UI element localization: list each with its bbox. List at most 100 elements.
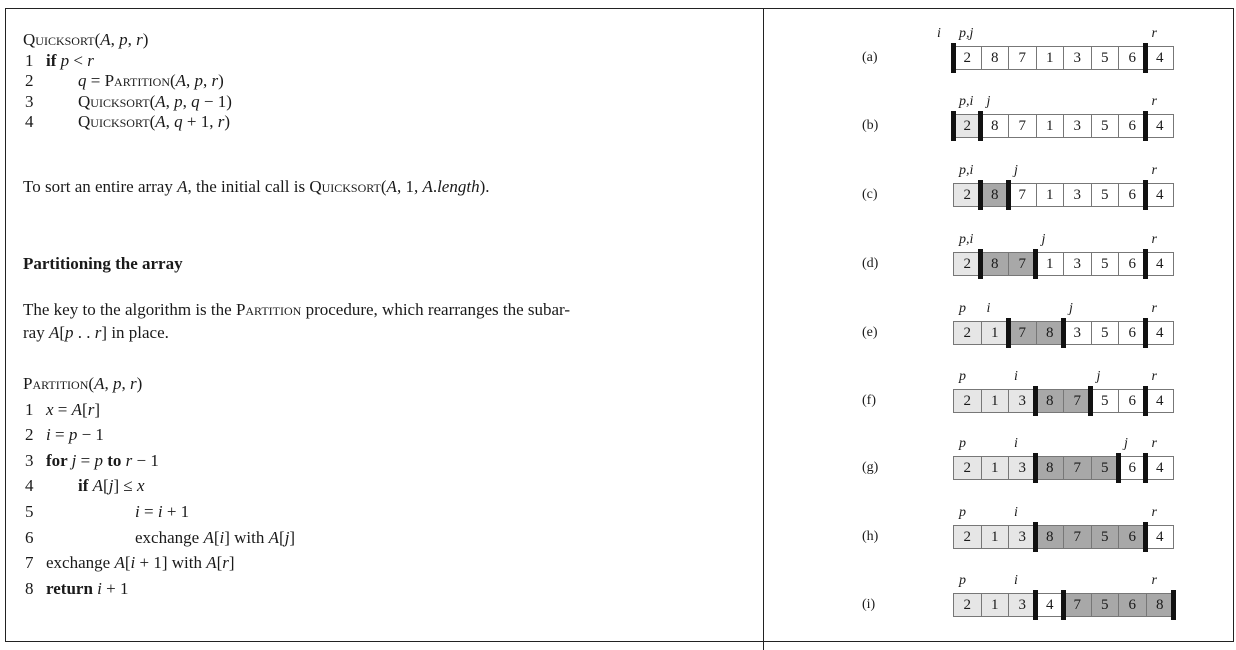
index-pointer-label: j [1041, 232, 1046, 247]
array-cell: 4 [1145, 321, 1174, 345]
array-cell: 3 [1063, 46, 1092, 70]
array-cell: 3 [1063, 252, 1092, 276]
text-segment: − 1 [77, 425, 104, 445]
index-pointer-label: r [1151, 301, 1157, 316]
text-segment: exchange [135, 527, 204, 547]
partition-boundary-bar [1033, 453, 1038, 483]
array-cell: 8 [1035, 456, 1064, 480]
partition-boundary-bar [1033, 590, 1038, 620]
text-segment: ] in place. [101, 323, 169, 342]
text-segment: A [268, 527, 280, 547]
text-segment: procedure, which rearranges the subar- [301, 300, 571, 319]
text-segment: p [119, 30, 128, 49]
array-cell: 2 [953, 321, 982, 345]
text-segment: if [78, 476, 93, 496]
text-segment: The key to the algorithm is the [23, 300, 236, 319]
text-segment: Quicksort [309, 177, 381, 196]
partition-line: exchange A[i] with A[j] [135, 528, 295, 548]
text-segment: + 1] with [135, 553, 207, 573]
array-cell: 4 [1145, 252, 1174, 276]
partition-line: if A[j] ≤ x [78, 476, 144, 496]
partition-boundary-bar [1088, 386, 1093, 416]
array-cell: 5 [1090, 321, 1119, 345]
text-segment: = [76, 450, 95, 470]
partition-boundary-bar [1033, 522, 1038, 552]
index-pointer-label: r [1151, 436, 1157, 451]
text-segment: p [94, 450, 103, 470]
text-segment: < [69, 50, 88, 70]
partition-boundary-bar [1005, 180, 1011, 210]
line-number: 2 [25, 425, 34, 445]
index-pointer-label: p,i [959, 232, 974, 247]
array-cell: 1 [1035, 252, 1064, 276]
text-segment: + 1 [162, 502, 190, 521]
text-segment: Partition [104, 71, 170, 90]
column-divider [763, 8, 764, 650]
text-segment: ) [218, 71, 224, 90]
text-segment: x [46, 399, 54, 419]
quicksort-line: q = Partition(A, p, r) [78, 71, 224, 91]
array-cell: 7 [1008, 321, 1037, 345]
text-segment: A [71, 399, 83, 419]
row-label: (e) [862, 325, 878, 340]
text-segment: A [94, 374, 105, 393]
text-segment: − 1 [132, 450, 159, 470]
line-number: 3 [25, 450, 34, 470]
line-number: 3 [25, 91, 34, 111]
text-segment: exchange [46, 553, 115, 573]
text-segment: Quicksort [23, 30, 95, 49]
array-cell: 5 [1090, 114, 1119, 138]
array-cell: 4 [1145, 114, 1174, 138]
text-segment: return [46, 578, 98, 598]
text-segment: q [191, 91, 200, 111]
line-number: 4 [25, 476, 34, 496]
text-segment: A [175, 71, 187, 90]
partition-boundary-bar [1060, 318, 1066, 348]
text-segment: = [86, 71, 105, 90]
quicksort-title: Quicksort(A, p, r) [23, 30, 148, 50]
array-cell: 5 [1090, 46, 1119, 70]
text-segment: , [182, 91, 192, 111]
partition-boundary-bar [950, 111, 956, 141]
index-pointer-label: j [986, 94, 991, 109]
index-pointer-label: r [1151, 94, 1157, 109]
index-pointer-label: r [1151, 163, 1157, 178]
text-segment: ] [228, 553, 235, 573]
partition-boundary-bar [1005, 318, 1011, 348]
text-segment: A [422, 177, 433, 196]
array-cell: 2 [953, 46, 982, 70]
index-pointer-label: i [1014, 436, 1018, 451]
quicksort-line: if p < r [46, 51, 94, 71]
array-cell: 1 [980, 456, 1009, 480]
index-pointer-label: j [1096, 369, 1101, 384]
array-cell: 4 [1145, 389, 1174, 413]
row-label: (i) [862, 597, 876, 612]
text-segment: , [121, 374, 130, 393]
array-cell: 6 [1118, 593, 1147, 617]
text-segment: Partition [235, 300, 302, 319]
text-segment: + 1, [182, 112, 218, 131]
line-number: 7 [25, 553, 34, 573]
text-segment: for [46, 450, 72, 470]
index-pointer-label: i [986, 301, 991, 316]
partition-boundary-bar [1143, 111, 1148, 141]
index-pointer-label: i [1014, 505, 1018, 520]
text-segment: , the initial call is [187, 177, 310, 196]
array-cell: 7 [1008, 114, 1037, 138]
row-label: (h) [862, 529, 879, 544]
array-cell: 7 [1008, 46, 1037, 70]
text-segment: = [50, 425, 69, 445]
quicksort-line: Quicksort(A, p, q − 1) [78, 92, 232, 112]
index-pointer-label: j [1014, 163, 1018, 178]
array-cell: 2 [953, 593, 982, 617]
row-label: (d) [862, 256, 879, 271]
index-pointer-label: i [1014, 369, 1018, 384]
index-pointer-label: i [1014, 573, 1018, 588]
text-segment: , [165, 91, 175, 111]
index-pointer-label: p,i [959, 163, 974, 178]
text-segment: ] [289, 527, 296, 547]
index-pointer-label: p [959, 436, 966, 451]
text-segment: , [127, 30, 137, 49]
partition-boundary-bar [978, 249, 983, 279]
index-pointer-label: i [937, 26, 941, 41]
